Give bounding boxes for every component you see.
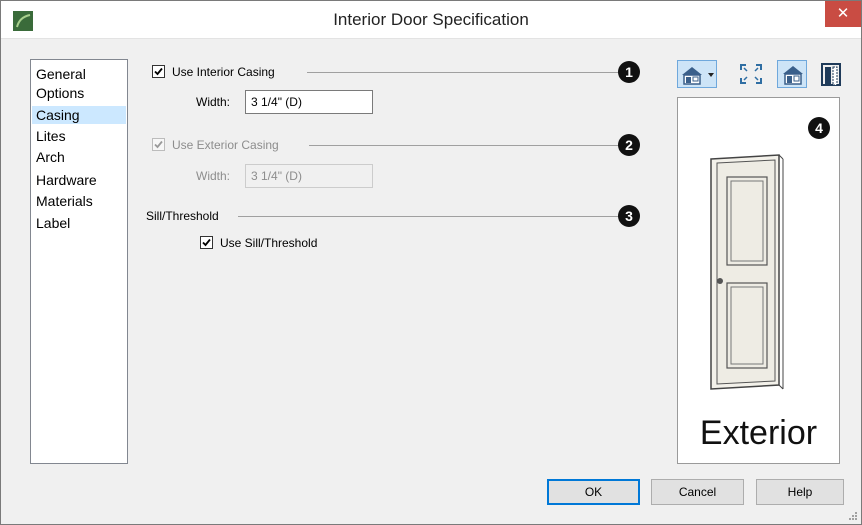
use-exterior-casing-label: Use Exterior Casing (172, 138, 279, 152)
close-button[interactable]: ✕ (825, 1, 861, 27)
fill-window-button[interactable] (736, 60, 766, 88)
nav-item-label[interactable]: Label (32, 214, 126, 232)
nav-item-hardware[interactable]: Hardware (32, 171, 126, 189)
door-preview-image (710, 154, 784, 390)
fill-window-icon (740, 64, 762, 84)
nav-item-options[interactable]: Options (32, 84, 126, 102)
use-exterior-casing-checkbox (152, 138, 165, 151)
window-title: Interior Door Specification (333, 10, 529, 29)
dialog-window: Interior Door Specification ✕ General Op… (0, 0, 862, 525)
callout-1: 1 (618, 61, 640, 83)
ok-button[interactable]: OK (547, 479, 640, 505)
door-casing-button[interactable] (816, 60, 846, 88)
callout-3: 3 (618, 205, 640, 227)
elevation-view-icon (682, 67, 714, 85)
camera-view-icon (783, 66, 803, 85)
close-icon: ✕ (836, 5, 850, 22)
checkmark-icon (202, 238, 211, 247)
elevation-view-button[interactable] (677, 60, 717, 88)
checkmark-icon (154, 67, 163, 76)
resize-grip-icon[interactable] (848, 511, 858, 521)
use-interior-casing-checkbox[interactable] (152, 65, 165, 78)
callout-2: 2 (618, 134, 640, 156)
help-button[interactable]: Help (756, 479, 844, 505)
nav-item-lites[interactable]: Lites (32, 127, 126, 145)
preview-view-label: Exterior (699, 414, 818, 452)
exterior-width-label: Width: (196, 169, 231, 183)
use-sill-threshold-label: Use Sill/Threshold (220, 236, 318, 250)
nav-item-general[interactable]: General (32, 65, 126, 83)
callout-4: 4 (808, 117, 830, 139)
use-interior-casing-label: Use Interior Casing (172, 65, 275, 79)
category-list[interactable]: General Options Casing Lites Arch Hardwa… (30, 59, 128, 464)
separator-line (307, 72, 619, 73)
nav-item-materials[interactable]: Materials (32, 192, 126, 210)
camera-view-button[interactable] (777, 60, 807, 88)
title-bar: Interior Door Specification ✕ (1, 1, 861, 39)
interior-width-label: Width: (196, 95, 231, 109)
use-sill-threshold-checkbox[interactable] (200, 236, 213, 249)
nav-item-casing[interactable]: Casing (32, 106, 126, 124)
checkmark-icon (154, 140, 163, 149)
interior-width-input[interactable]: 3 1/4" (D) (245, 90, 373, 114)
separator-line (309, 145, 619, 146)
separator-line (238, 216, 619, 217)
nav-item-arch[interactable]: Arch (32, 148, 126, 166)
door-casing-icon (821, 63, 841, 86)
sill-threshold-heading: Sill/Threshold (146, 209, 219, 223)
exterior-width-input: 3 1/4" (D) (245, 164, 373, 188)
cancel-button[interactable]: Cancel (651, 479, 744, 505)
door-preview-panel: 4 Exterior (677, 97, 840, 464)
